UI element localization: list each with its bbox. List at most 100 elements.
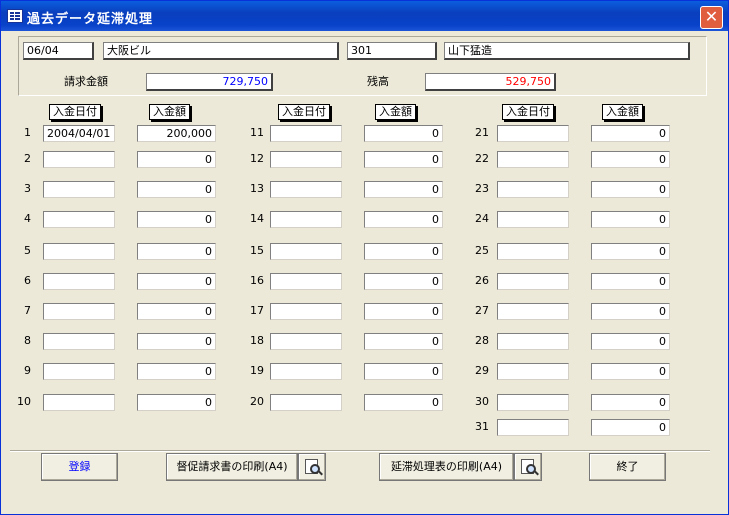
date-column-header: 入金日付 — [49, 104, 101, 120]
payment-amount-input[interactable]: 0 — [364, 303, 443, 320]
payment-date-input[interactable] — [497, 125, 569, 142]
payment-date-input[interactable] — [270, 243, 342, 260]
row-number: 23 — [475, 182, 489, 195]
print-preview-icon[interactable] — [298, 453, 326, 481]
amount-column-header: 入金額 — [149, 104, 190, 120]
payment-date-input[interactable] — [497, 333, 569, 350]
row-number: 13 — [250, 182, 264, 195]
row-number: 18 — [250, 334, 264, 347]
payment-amount-input[interactable]: 0 — [137, 303, 216, 320]
payment-date-input[interactable] — [43, 333, 115, 350]
row-number: 3 — [24, 182, 31, 195]
payment-date-input[interactable] — [43, 394, 115, 411]
amount-column-header: 入金額 — [602, 104, 643, 120]
building-field[interactable]: 大阪ビル — [103, 42, 339, 60]
payment-amount-input[interactable]: 0 — [591, 151, 670, 168]
amount-column-header: 入金額 — [375, 104, 416, 120]
payment-amount-input[interactable]: 0 — [364, 243, 443, 260]
payment-date-input[interactable] — [43, 303, 115, 320]
title-bar[interactable]: 過去データ延滞処理 ✕ — [1, 1, 728, 31]
payment-date-input[interactable] — [497, 394, 569, 411]
payment-date-input[interactable] — [497, 243, 569, 260]
register-button[interactable]: 登録 — [41, 453, 118, 481]
payment-amount-input[interactable]: 0 — [364, 181, 443, 198]
row-number: 12 — [250, 152, 264, 165]
payment-date-input[interactable] — [43, 211, 115, 228]
billing-amount-field[interactable]: 729,750 — [146, 73, 273, 91]
payment-amount-input[interactable]: 0 — [137, 181, 216, 198]
room-field[interactable]: 301 — [347, 42, 437, 60]
row-number: 19 — [250, 364, 264, 377]
payment-amount-input[interactable]: 0 — [137, 151, 216, 168]
payment-date-input[interactable] — [270, 394, 342, 411]
payment-amount-input[interactable]: 0 — [591, 394, 670, 411]
payment-date-input[interactable] — [497, 273, 569, 290]
payment-amount-input[interactable]: 0 — [591, 419, 670, 436]
payment-amount-input[interactable]: 0 — [591, 333, 670, 350]
payment-amount-input[interactable]: 0 — [364, 151, 443, 168]
payment-amount-input[interactable]: 0 — [591, 125, 670, 142]
payment-date-input[interactable] — [270, 211, 342, 228]
payment-date-input[interactable] — [270, 151, 342, 168]
payment-date-input[interactable] — [43, 243, 115, 260]
payment-date-input[interactable] — [43, 363, 115, 380]
payment-amount-input[interactable]: 0 — [591, 273, 670, 290]
row-number: 24 — [475, 212, 489, 225]
print-reminder-button[interactable]: 督促請求書の印刷(A4) — [166, 453, 298, 481]
payment-amount-input[interactable]: 0 — [137, 363, 216, 380]
payment-date-input[interactable] — [43, 273, 115, 290]
payment-date-input[interactable] — [497, 211, 569, 228]
payment-amount-input[interactable]: 0 — [137, 394, 216, 411]
payment-amount-input[interactable]: 0 — [364, 394, 443, 411]
row-number: 16 — [250, 274, 264, 287]
row-number: 9 — [24, 364, 31, 377]
row-number: 7 — [24, 304, 31, 317]
payment-amount-input[interactable]: 0 — [137, 333, 216, 350]
payment-date-input[interactable]: 2004/04/01 — [43, 125, 115, 142]
row-number: 11 — [250, 126, 264, 139]
payment-amount-input[interactable]: 0 — [591, 211, 670, 228]
payment-amount-input[interactable]: 0 — [137, 211, 216, 228]
payment-date-input[interactable] — [270, 363, 342, 380]
form-icon[interactable] — [7, 9, 23, 23]
payment-date-input[interactable] — [270, 303, 342, 320]
row-number: 29 — [475, 364, 489, 377]
payment-date-input[interactable] — [270, 125, 342, 142]
payment-date-input[interactable] — [497, 303, 569, 320]
payment-amount-input[interactable]: 200,000 — [137, 125, 216, 142]
payment-amount-input[interactable]: 0 — [591, 363, 670, 380]
row-number: 17 — [250, 304, 264, 317]
payment-amount-input[interactable]: 0 — [591, 303, 670, 320]
payment-date-input[interactable] — [497, 419, 569, 436]
print-preview-icon[interactable] — [514, 453, 542, 481]
row-number: 2 — [24, 152, 31, 165]
payment-amount-input[interactable]: 0 — [591, 243, 670, 260]
date-column-header: 入金日付 — [502, 104, 554, 120]
payment-date-input[interactable] — [43, 181, 115, 198]
row-number: 25 — [475, 244, 489, 257]
payment-amount-input[interactable]: 0 — [364, 273, 443, 290]
payment-amount-input[interactable]: 0 — [591, 181, 670, 198]
month-field[interactable]: 06/04 — [23, 42, 94, 60]
payment-date-input[interactable] — [497, 181, 569, 198]
balance-amount-field[interactable]: 529,750 — [425, 73, 556, 91]
payment-date-input[interactable] — [270, 273, 342, 290]
payment-amount-input[interactable]: 0 — [137, 273, 216, 290]
payment-date-input[interactable] — [270, 333, 342, 350]
row-number: 14 — [250, 212, 264, 225]
payment-date-input[interactable] — [497, 363, 569, 380]
payment-date-input[interactable] — [270, 181, 342, 198]
payment-date-input[interactable] — [43, 151, 115, 168]
print-overdue-button[interactable]: 延滞処理表の印刷(A4) — [379, 453, 514, 481]
divider — [10, 450, 710, 452]
payment-amount-input[interactable]: 0 — [364, 363, 443, 380]
payment-date-input[interactable] — [497, 151, 569, 168]
tenant-field[interactable]: 山下猛造 — [444, 42, 690, 60]
payment-amount-input[interactable]: 0 — [364, 333, 443, 350]
payment-amount-input[interactable]: 0 — [364, 125, 443, 142]
exit-button[interactable]: 終了 — [589, 453, 666, 481]
payment-amount-input[interactable]: 0 — [364, 211, 443, 228]
close-button[interactable]: ✕ — [700, 6, 723, 29]
payment-amount-input[interactable]: 0 — [137, 243, 216, 260]
balance-label: 残高 — [367, 75, 389, 88]
